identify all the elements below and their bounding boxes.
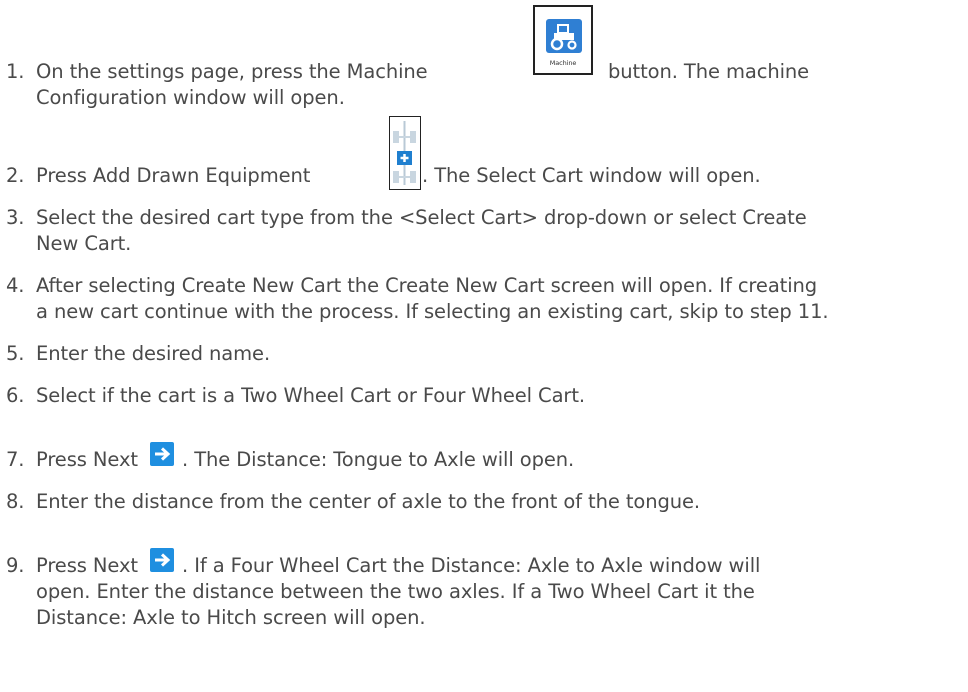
step-number: 6. bbox=[6, 384, 25, 407]
step-text: . The Distance: Tongue to Axle will open… bbox=[182, 448, 575, 471]
step-text: Configuration window will open. bbox=[36, 86, 345, 109]
step-text: open. Enter the distance between the two… bbox=[36, 580, 755, 603]
next-arrow-icon bbox=[150, 548, 174, 572]
step-number: 4. bbox=[6, 274, 25, 297]
machine-icon-caption: Machine bbox=[549, 59, 577, 67]
step-text: New Cart. bbox=[36, 232, 132, 255]
add-drawn-equipment-icon bbox=[389, 116, 421, 190]
step-number: 7. bbox=[6, 448, 25, 471]
step-text: . If a Four Wheel Cart the Distance: Axl… bbox=[182, 554, 761, 577]
next-arrow-icon bbox=[150, 442, 174, 466]
step-number: 8. bbox=[6, 490, 25, 513]
step-text: Press Next bbox=[36, 554, 138, 577]
step-text: Select the desired cart type from the <S… bbox=[36, 206, 807, 229]
step-text: button. The machine bbox=[608, 60, 810, 83]
step-number: 5. bbox=[6, 342, 25, 365]
step-text: Enter the distance from the center of ax… bbox=[36, 490, 700, 513]
machine-button-icon: Machine bbox=[533, 5, 593, 75]
step-text: . The Select Cart window will open. bbox=[422, 164, 761, 187]
step-text: Press Next bbox=[36, 448, 138, 471]
step-text: Press Add Drawn Equipment bbox=[36, 164, 311, 187]
tractor-icon bbox=[546, 19, 582, 53]
step-text: After selecting Create New Cart the Crea… bbox=[36, 274, 818, 297]
step-text: On the settings page, press the Machine bbox=[36, 60, 428, 83]
step-text: Distance: Axle to Hitch screen will open… bbox=[36, 606, 426, 629]
step-number: 2. bbox=[6, 164, 25, 187]
step-number: 1. bbox=[6, 60, 25, 83]
step-number: 3. bbox=[6, 206, 25, 229]
step-text: Enter the desired name. bbox=[36, 342, 271, 365]
step-text: a new cart continue with the process. If… bbox=[36, 300, 829, 323]
step-text: Select if the cart is a Two Wheel Cart o… bbox=[36, 384, 585, 407]
step-number: 9. bbox=[6, 554, 25, 577]
